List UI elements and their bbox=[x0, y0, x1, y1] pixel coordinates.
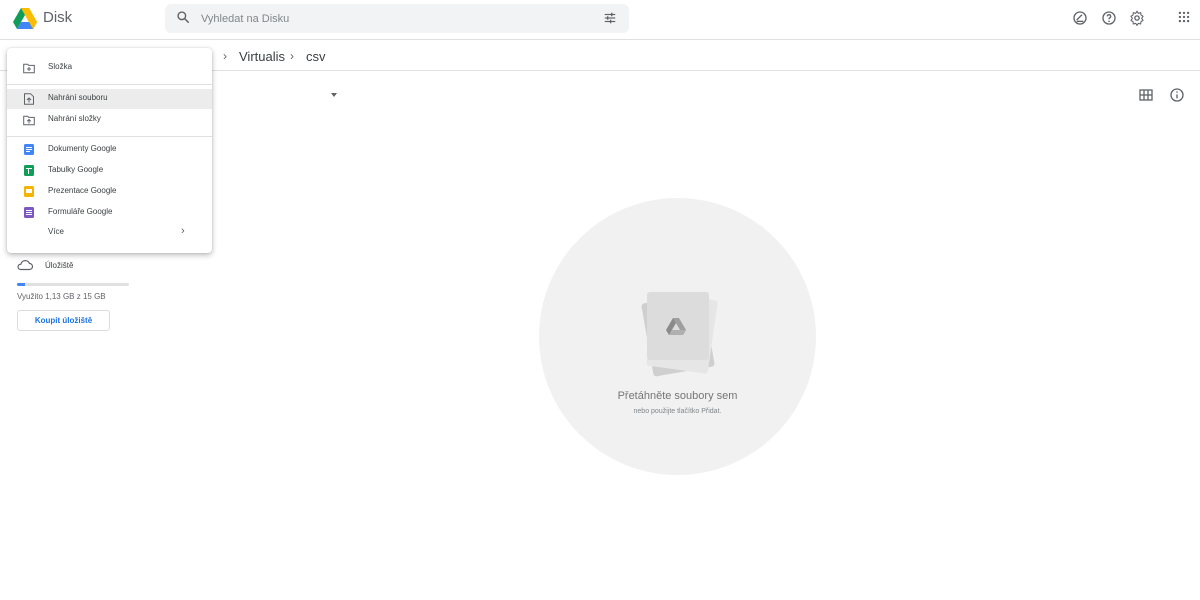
grid-view-icon[interactable] bbox=[1139, 89, 1153, 101]
menu-item-label: Tabulky Google bbox=[48, 165, 104, 174]
search-bar[interactable] bbox=[165, 4, 629, 33]
folder-upload-icon bbox=[23, 115, 35, 126]
menu-divider bbox=[7, 84, 212, 85]
file-upload-icon bbox=[24, 93, 34, 105]
chevron-right-icon: › bbox=[223, 49, 227, 63]
google-docs-icon bbox=[23, 144, 35, 156]
buy-storage-button[interactable]: Koupit úložiště bbox=[17, 310, 110, 331]
menu-item-google-forms[interactable]: Formuláře Google bbox=[7, 203, 212, 223]
chevron-right-icon: › bbox=[290, 49, 294, 63]
empty-state-title: Přetáhněte soubory sem bbox=[617, 390, 738, 402]
app-header: Disk bbox=[0, 0, 1200, 40]
search-options-icon[interactable] bbox=[603, 11, 617, 25]
app-name[interactable]: Disk bbox=[43, 9, 72, 26]
drive-logo-icon[interactable] bbox=[13, 8, 37, 30]
storage-usage-text: Využito 1,13 GB z 15 GB bbox=[17, 292, 106, 301]
settings-icon[interactable] bbox=[1129, 10, 1145, 26]
menu-item-file-upload[interactable]: Nahrání souboru bbox=[7, 89, 212, 109]
menu-item-label: Složka bbox=[48, 62, 73, 71]
new-folder-icon bbox=[23, 63, 35, 74]
chevron-down-icon[interactable] bbox=[330, 92, 338, 98]
storage-progress-bar bbox=[17, 283, 129, 286]
new-item-menu: Složka Nahrání souboru Nahrání složky Do… bbox=[7, 48, 212, 253]
chevron-right-icon: › bbox=[181, 225, 185, 237]
help-icon[interactable] bbox=[1101, 10, 1117, 26]
menu-divider bbox=[7, 136, 212, 137]
apps-grid-icon[interactable] bbox=[1177, 10, 1191, 24]
empty-state-illustration bbox=[539, 198, 816, 475]
menu-item-new-folder[interactable]: Složka bbox=[7, 58, 212, 78]
menu-item-folder-upload[interactable]: Nahrání složky bbox=[7, 110, 212, 130]
drop-files-illustration bbox=[641, 292, 718, 377]
menu-item-label: Dokumenty Google bbox=[48, 144, 117, 153]
cloud-icon bbox=[17, 260, 34, 271]
menu-item-google-slides[interactable]: Prezentace Google bbox=[7, 182, 212, 202]
offline-status-icon[interactable] bbox=[1072, 10, 1088, 26]
search-icon[interactable] bbox=[176, 10, 190, 24]
menu-item-label: Formuláře Google bbox=[48, 207, 113, 216]
menu-item-google-sheets[interactable]: Tabulky Google bbox=[7, 161, 212, 181]
menu-item-label: Nahrání souboru bbox=[48, 93, 108, 102]
empty-state-subtitle: nebo použijte tlačítko Přidat. bbox=[633, 408, 722, 415]
storage-label[interactable]: Úložiště bbox=[45, 261, 73, 270]
info-icon[interactable] bbox=[1169, 87, 1185, 103]
google-forms-icon bbox=[23, 207, 35, 219]
storage-progress-fill bbox=[17, 283, 26, 286]
menu-item-more[interactable]: Více › bbox=[7, 223, 212, 243]
breadcrumb-item-csv[interactable]: csv bbox=[306, 49, 326, 64]
breadcrumb-item-virtualis[interactable]: Virtualis bbox=[239, 49, 285, 64]
menu-item-label: Prezentace Google bbox=[48, 186, 117, 195]
menu-item-google-docs[interactable]: Dokumenty Google bbox=[7, 140, 212, 160]
menu-item-label: Nahrání složky bbox=[48, 114, 101, 123]
google-slides-icon bbox=[23, 186, 35, 198]
google-sheets-icon bbox=[23, 165, 35, 177]
search-input[interactable] bbox=[201, 10, 581, 27]
menu-item-label: Více bbox=[48, 227, 65, 236]
